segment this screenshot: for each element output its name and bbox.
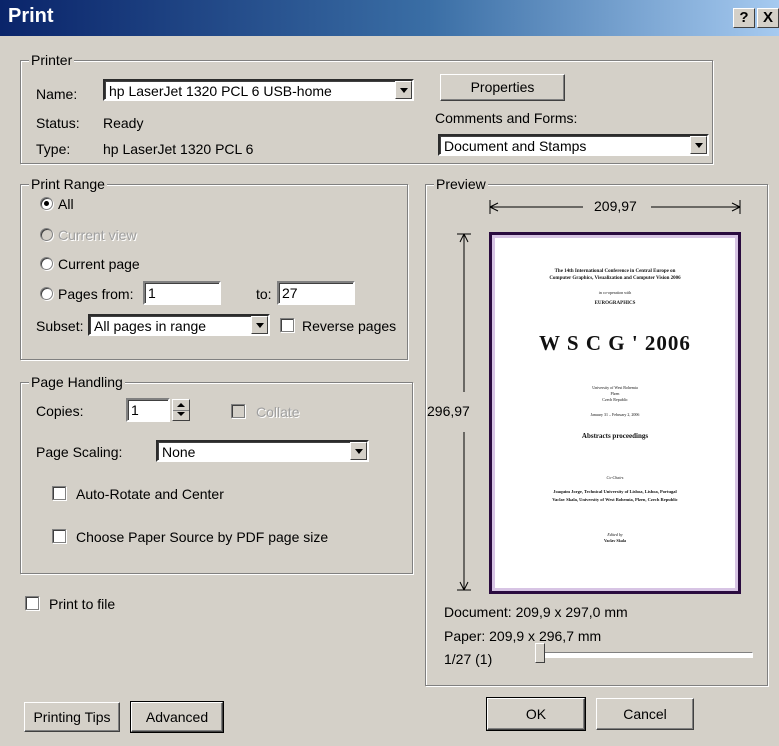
page-slider-track[interactable] bbox=[538, 652, 753, 658]
printer-group-label: Printer bbox=[29, 52, 75, 68]
close-button[interactable]: X bbox=[757, 8, 779, 28]
comments-forms-select[interactable]: Document and Stamps bbox=[438, 134, 709, 156]
cancel-button[interactable]: Cancel bbox=[596, 698, 694, 730]
radio-current-page[interactable] bbox=[40, 257, 53, 270]
collate-checkbox bbox=[231, 404, 245, 418]
arrow-up-icon[interactable] bbox=[177, 403, 185, 407]
print-to-file-checkbox[interactable] bbox=[25, 596, 39, 610]
document-size: Document: 209,9 x 297,0 mm bbox=[444, 604, 628, 620]
copies-input[interactable]: 1 bbox=[126, 398, 170, 422]
preview-editor: Vaclav Skala bbox=[604, 538, 626, 543]
preview-chair2: Vaclav Skala, University of West Bohemia… bbox=[552, 497, 678, 502]
width-dimension: 209,97 bbox=[592, 198, 639, 214]
radio-current-view bbox=[40, 228, 53, 241]
radio-all-label[interactable]: All bbox=[58, 196, 74, 212]
preview-line2: Computer Graphics, Visualization and Com… bbox=[549, 276, 681, 281]
printer-name-select[interactable]: hp LaserJet 1320 PCL 6 USB-home bbox=[103, 79, 414, 101]
preview-chair1: Joaquim Jorge, Technical University of L… bbox=[553, 489, 677, 494]
copies-stepper[interactable] bbox=[172, 399, 190, 421]
auto-rotate-checkbox[interactable] bbox=[52, 486, 66, 500]
printer-status-label: Status: bbox=[36, 115, 80, 131]
advanced-button[interactable]: Advanced bbox=[130, 701, 224, 733]
reverse-pages-checkbox[interactable] bbox=[280, 318, 294, 332]
preview-subtitle: Abstracts proceedings bbox=[581, 432, 649, 440]
preview-dates: January 31 – February 2, 2006 bbox=[590, 412, 640, 417]
subset-select[interactable]: All pages in range bbox=[88, 314, 270, 336]
page-counter: 1/27 (1) bbox=[444, 651, 493, 667]
preview-cochairs: Co-Chairs bbox=[606, 475, 624, 480]
printer-status-value: Ready bbox=[103, 115, 144, 131]
subset-value: All pages in range bbox=[94, 318, 207, 334]
collate-label: Collate bbox=[256, 404, 300, 420]
comments-forms-label: Comments and Forms: bbox=[435, 110, 578, 126]
subset-label: Subset: bbox=[36, 318, 84, 334]
printer-name-value: hp LaserJet 1320 PCL 6 USB-home bbox=[109, 83, 332, 99]
chevron-down-icon[interactable] bbox=[690, 136, 707, 154]
help-button[interactable]: ? bbox=[733, 8, 755, 28]
radio-pages-from[interactable] bbox=[40, 287, 53, 300]
printer-type-label: Type: bbox=[36, 141, 71, 157]
preview-place2: Plzen bbox=[610, 391, 620, 396]
reverse-pages-label[interactable]: Reverse pages bbox=[302, 318, 396, 334]
paper-source-label[interactable]: Choose Paper Source by PDF page size bbox=[76, 529, 328, 545]
preview-label: Preview bbox=[434, 176, 488, 192]
page-scaling-value: None bbox=[162, 444, 196, 460]
radio-current-page-label[interactable]: Current page bbox=[58, 256, 140, 272]
comments-forms-value: Document and Stamps bbox=[444, 138, 587, 154]
preview-place1: University of West Bohemia bbox=[592, 385, 638, 390]
title-bar bbox=[0, 0, 779, 36]
preview-line4: EUROGRAPHICS bbox=[594, 301, 636, 306]
pages-from-input[interactable]: 1 bbox=[143, 281, 221, 305]
window-title: Print bbox=[8, 5, 54, 27]
page-preview: The 14th International Conference in Cen… bbox=[489, 232, 741, 594]
print-range-label: Print Range bbox=[29, 176, 107, 192]
preview-heading: W S C G ' 2006 bbox=[539, 331, 691, 355]
ok-button[interactable]: OK bbox=[486, 697, 586, 731]
print-to-file-label[interactable]: Print to file bbox=[49, 596, 115, 612]
preview-edited: Edited by bbox=[607, 532, 623, 537]
preview-place3: Czech Republic bbox=[602, 397, 628, 402]
properties-button[interactable]: Properties bbox=[440, 74, 565, 101]
radio-all[interactable] bbox=[40, 197, 53, 210]
printer-name-label: Name: bbox=[36, 86, 78, 102]
chevron-down-icon[interactable] bbox=[350, 442, 367, 460]
copies-label: Copies: bbox=[36, 403, 84, 419]
height-dimension: 296,97 bbox=[427, 403, 470, 419]
auto-rotate-label[interactable]: Auto-Rotate and Center bbox=[76, 486, 224, 502]
printing-tips-button[interactable]: Printing Tips bbox=[24, 702, 120, 732]
page-slider-thumb[interactable] bbox=[535, 643, 545, 663]
page-scaling-label: Page Scaling: bbox=[36, 444, 123, 460]
chevron-down-icon[interactable] bbox=[251, 316, 268, 334]
printer-type-value: hp LaserJet 1320 PCL 6 bbox=[103, 141, 254, 157]
pages-to-input[interactable]: 27 bbox=[277, 281, 355, 305]
paper-source-checkbox[interactable] bbox=[52, 529, 66, 543]
paper-size: Paper: 209,9 x 296,7 mm bbox=[444, 628, 602, 644]
radio-current-view-label: Current view bbox=[58, 227, 137, 243]
preview-line1: The 14th International Conference in Cen… bbox=[554, 269, 676, 274]
page-handling-label: Page Handling bbox=[29, 374, 125, 390]
radio-pages-from-label[interactable]: Pages from: bbox=[58, 286, 133, 302]
arrow-down-icon[interactable] bbox=[177, 412, 185, 416]
preview-line3: in co-operation with bbox=[598, 290, 632, 295]
stepper-divider bbox=[173, 410, 189, 411]
pages-to-label: to: bbox=[256, 286, 272, 302]
chevron-down-icon[interactable] bbox=[395, 81, 412, 99]
page-scaling-select[interactable]: None bbox=[156, 440, 369, 462]
